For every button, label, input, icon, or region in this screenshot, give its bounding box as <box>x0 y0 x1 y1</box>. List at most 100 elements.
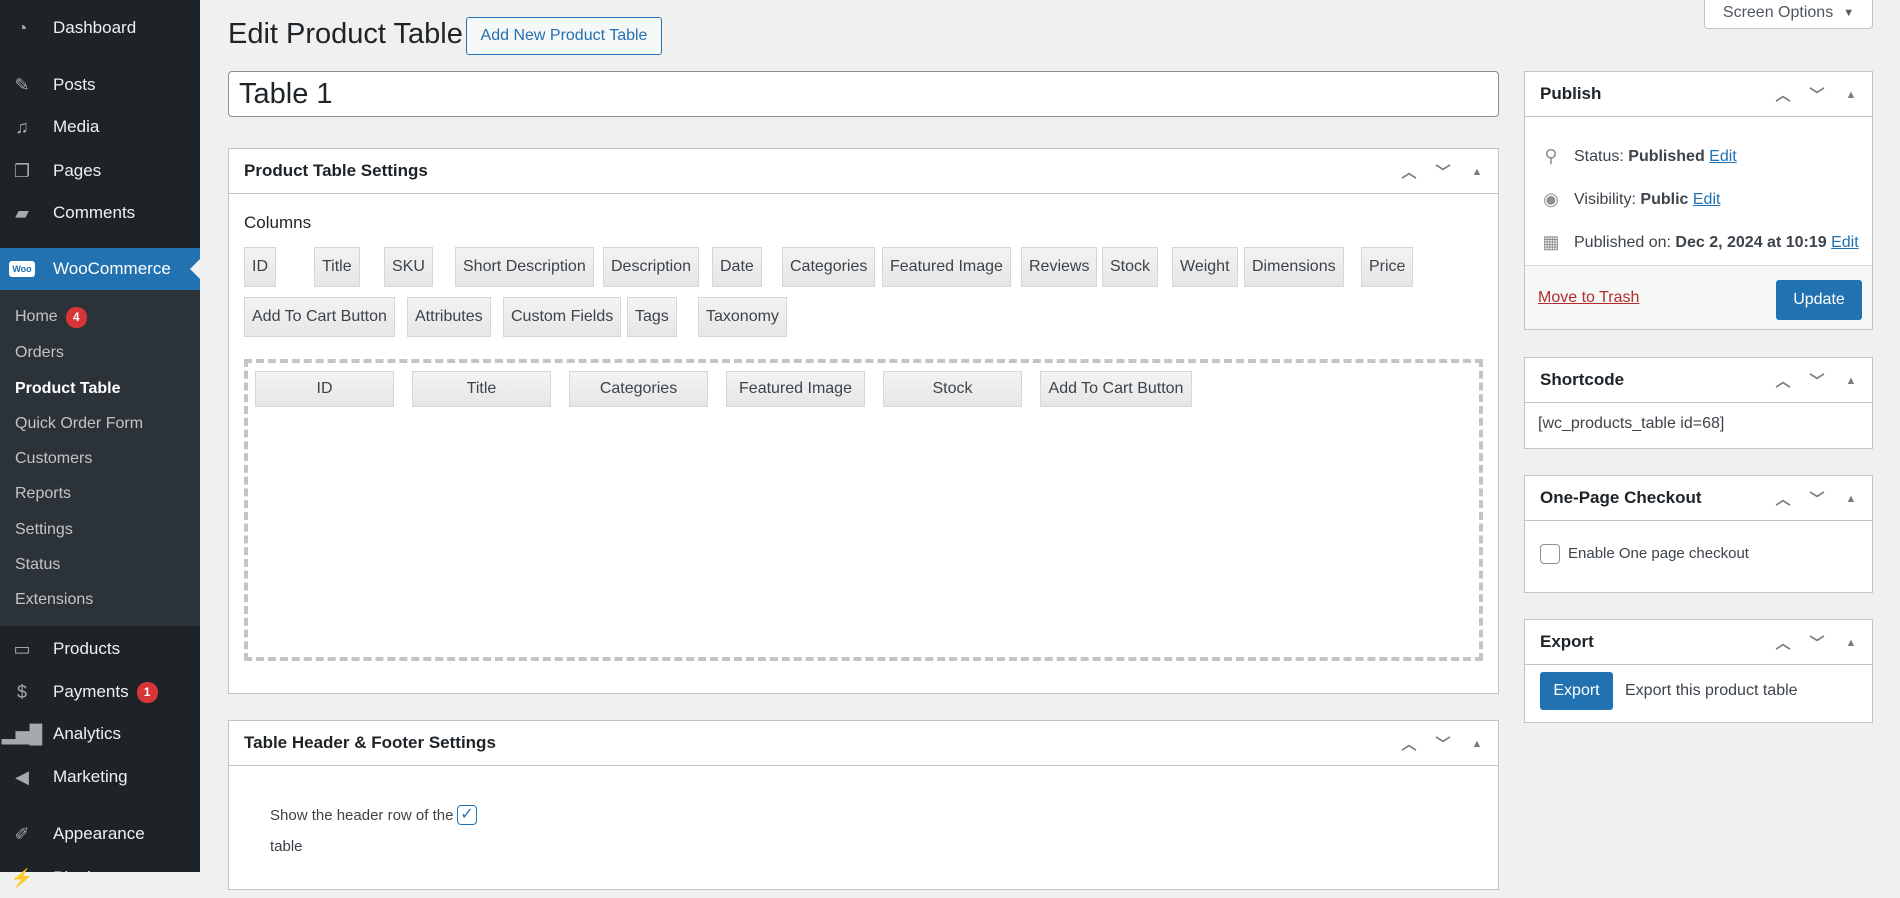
column-chip[interactable]: Attributes <box>407 297 491 337</box>
sidebar-item-products[interactable]: ▭ Products <box>0 629 200 669</box>
woo-logo-icon: Woo <box>9 259 35 279</box>
toggle-panel-icon[interactable]: ▲ <box>1840 637 1862 649</box>
edit-visibility-link[interactable]: Edit <box>1693 191 1721 209</box>
column-chip[interactable]: Categories <box>782 247 876 287</box>
shortcode-value[interactable]: [wc_products_table id=68] <box>1538 415 1724 433</box>
sidebar-item-media[interactable]: ♫ Media <box>0 107 200 147</box>
screen-options-button[interactable]: Screen Options ▼ <box>1704 0 1873 29</box>
selected-column-chip[interactable]: Title <box>412 371 551 407</box>
sidebar-item-plugins[interactable]: ⚡ Plugins <box>0 858 200 898</box>
column-chip[interactable]: Date <box>712 247 762 287</box>
notification-badge: 4 <box>65 307 87 328</box>
submenu-status[interactable]: Status <box>15 556 60 574</box>
bar-chart-icon: ▂▅█ <box>1 723 43 744</box>
selected-column-chip[interactable]: Stock <box>883 371 1022 407</box>
move-up-icon[interactable]: ︿ <box>1772 488 1794 509</box>
header-footer-settings-box: Table Header & Footer Settings ︿ ﹀ ▲ Show … <box>228 720 1499 890</box>
submenu-settings[interactable]: Settings <box>15 521 73 539</box>
submenu-extensions[interactable]: Extensions <box>15 591 93 609</box>
update-button[interactable]: Update <box>1776 280 1862 320</box>
toggle-panel-icon[interactable]: ▲ <box>1840 89 1862 101</box>
submenu-product-table[interactable]: Product Table <box>15 380 121 398</box>
box-header: Shortcode ︿ ﹀ ▲ <box>1525 358 1872 403</box>
toggle-panel-icon[interactable]: ▲ <box>1840 493 1862 505</box>
shortcode-box: Shortcode ︿ ﹀ ▲ [wc_products_table id=68] <box>1524 357 1873 449</box>
column-chip[interactable]: ID <box>244 247 276 287</box>
sidebar-item-posts[interactable]: ✎ Posts <box>0 65 200 105</box>
export-description: Export this product table <box>1625 682 1798 699</box>
sidebar-item-pages[interactable]: ❐ Pages <box>0 151 200 191</box>
add-new-product-table-button[interactable]: Add New Product Table <box>466 17 662 55</box>
sidebar-item-dashboard[interactable]: ◔ Dashboard <box>0 8 200 48</box>
column-chip[interactable]: SKU <box>384 247 433 287</box>
column-chip[interactable]: Reviews <box>1021 247 1098 287</box>
submenu-home[interactable]: Home 4 <box>15 307 87 328</box>
move-down-icon[interactable]: ﹀ <box>1806 370 1828 391</box>
move-up-icon[interactable]: ︿ <box>1772 632 1794 653</box>
current-menu-arrow <box>190 259 200 279</box>
move-down-icon[interactable]: ﹀ <box>1806 488 1828 509</box>
box-header: Export ︿ ﹀ ▲ <box>1525 620 1872 665</box>
comment-icon: ▰ <box>15 202 29 223</box>
submenu-orders[interactable]: Orders <box>15 344 64 362</box>
enable-one-page-checkbox[interactable] <box>1540 544 1560 564</box>
column-chip[interactable]: Taxonomy <box>698 297 787 337</box>
move-up-icon[interactable]: ︿ <box>1398 733 1420 754</box>
move-down-icon[interactable]: ﹀ <box>1432 733 1454 754</box>
selected-column-chip[interactable]: ID <box>255 371 394 407</box>
move-down-icon[interactable]: ﹀ <box>1806 632 1828 653</box>
one-page-checkout-box: One-Page Checkout ︿ ﹀ ▲ Enable One page ch… <box>1524 475 1873 593</box>
move-up-icon[interactable]: ︿ <box>1772 370 1794 391</box>
toggle-panel-icon[interactable]: ▲ <box>1840 375 1862 387</box>
column-chip[interactable]: Description <box>603 247 700 287</box>
move-up-icon[interactable]: ︿ <box>1772 84 1794 105</box>
sidebar-item-appearance[interactable]: ✐ Appearance <box>0 814 200 854</box>
move-down-icon[interactable]: ﹀ <box>1432 161 1454 182</box>
export-box: Export ︿ ﹀ ▲ Export Export this product ta… <box>1524 619 1873 723</box>
submenu-reports[interactable]: Reports <box>15 485 71 503</box>
woocommerce-submenu: Home 4 Orders Product Table Quick Order F… <box>0 290 200 626</box>
media-icon: ♫ <box>15 116 29 137</box>
eye-icon: ◉ <box>1543 189 1559 209</box>
toggle-panel-icon[interactable]: ▲ <box>1466 738 1488 750</box>
column-chip[interactable]: Stock <box>1102 247 1159 287</box>
column-chip[interactable]: Price <box>1361 247 1414 287</box>
column-chip[interactable]: Tags <box>627 297 677 337</box>
sidebar-item-analytics[interactable]: ▂▅█ Analytics <box>0 714 200 754</box>
column-chip[interactable]: Title <box>314 247 360 287</box>
edit-date-link[interactable]: Edit <box>1831 234 1859 252</box>
sidebar-item-comments[interactable]: ▰ Comments <box>0 193 200 233</box>
edit-status-link[interactable]: Edit <box>1709 148 1737 166</box>
caret-down-icon: ▼ <box>1843 7 1855 19</box>
dashboard-icon: ◔ <box>16 17 28 38</box>
product-table-settings-box: Product Table Settings ︿ ﹀ ▲ Columns ID Tit… <box>228 148 1499 694</box>
column-chip[interactable]: Custom Fields <box>503 297 622 337</box>
box-header: Table Header & Footer Settings ︿ ﹀ ▲ <box>229 721 1498 766</box>
sidebar-item-woocommerce[interactable]: Woo WooCommerce <box>0 248 200 290</box>
show-header-checkbox[interactable]: ✓ <box>457 805 477 825</box>
toggle-panel-icon[interactable]: ▲ <box>1466 166 1488 178</box>
column-chip[interactable]: Dimensions <box>1244 247 1344 287</box>
selected-column-chip[interactable]: Featured Image <box>726 371 865 407</box>
move-up-icon[interactable]: ︿ <box>1398 161 1420 182</box>
submenu-quick-order-form[interactable]: Quick Order Form <box>15 415 143 433</box>
show-header-label-cont: table <box>270 838 303 855</box>
export-button[interactable]: Export <box>1540 672 1613 710</box>
sidebar-item-payments[interactable]: $ Payments 1 <box>0 672 200 712</box>
column-chip[interactable]: Add To Cart Button <box>244 297 395 337</box>
move-to-trash-link[interactable]: Move to Trash <box>1538 289 1639 307</box>
dollar-icon: $ <box>16 681 27 702</box>
publish-box: Publish ︿ ﹀ ▲ ⚲ Status: Published Edit ◉ Vis… <box>1524 71 1873 330</box>
column-chip[interactable]: Weight <box>1172 247 1238 287</box>
sidebar-item-marketing[interactable]: ◀ Marketing <box>0 757 200 797</box>
published-on-row: ▦ Published on: Dec 2, 2024 at 10:19 Edit <box>1540 232 1859 253</box>
title-input[interactable] <box>228 71 1499 117</box>
column-chip[interactable]: Short Description <box>455 247 594 287</box>
submenu-customers[interactable]: Customers <box>15 450 92 468</box>
archive-icon: ▭ <box>13 638 31 659</box>
move-down-icon[interactable]: ﹀ <box>1806 84 1828 105</box>
column-chip[interactable]: Featured Image <box>882 247 1011 287</box>
enable-one-page-label: Enable One page checkout <box>1568 545 1749 562</box>
selected-column-chip[interactable]: Add To Cart Button <box>1040 371 1192 407</box>
selected-column-chip[interactable]: Categories <box>569 371 708 407</box>
